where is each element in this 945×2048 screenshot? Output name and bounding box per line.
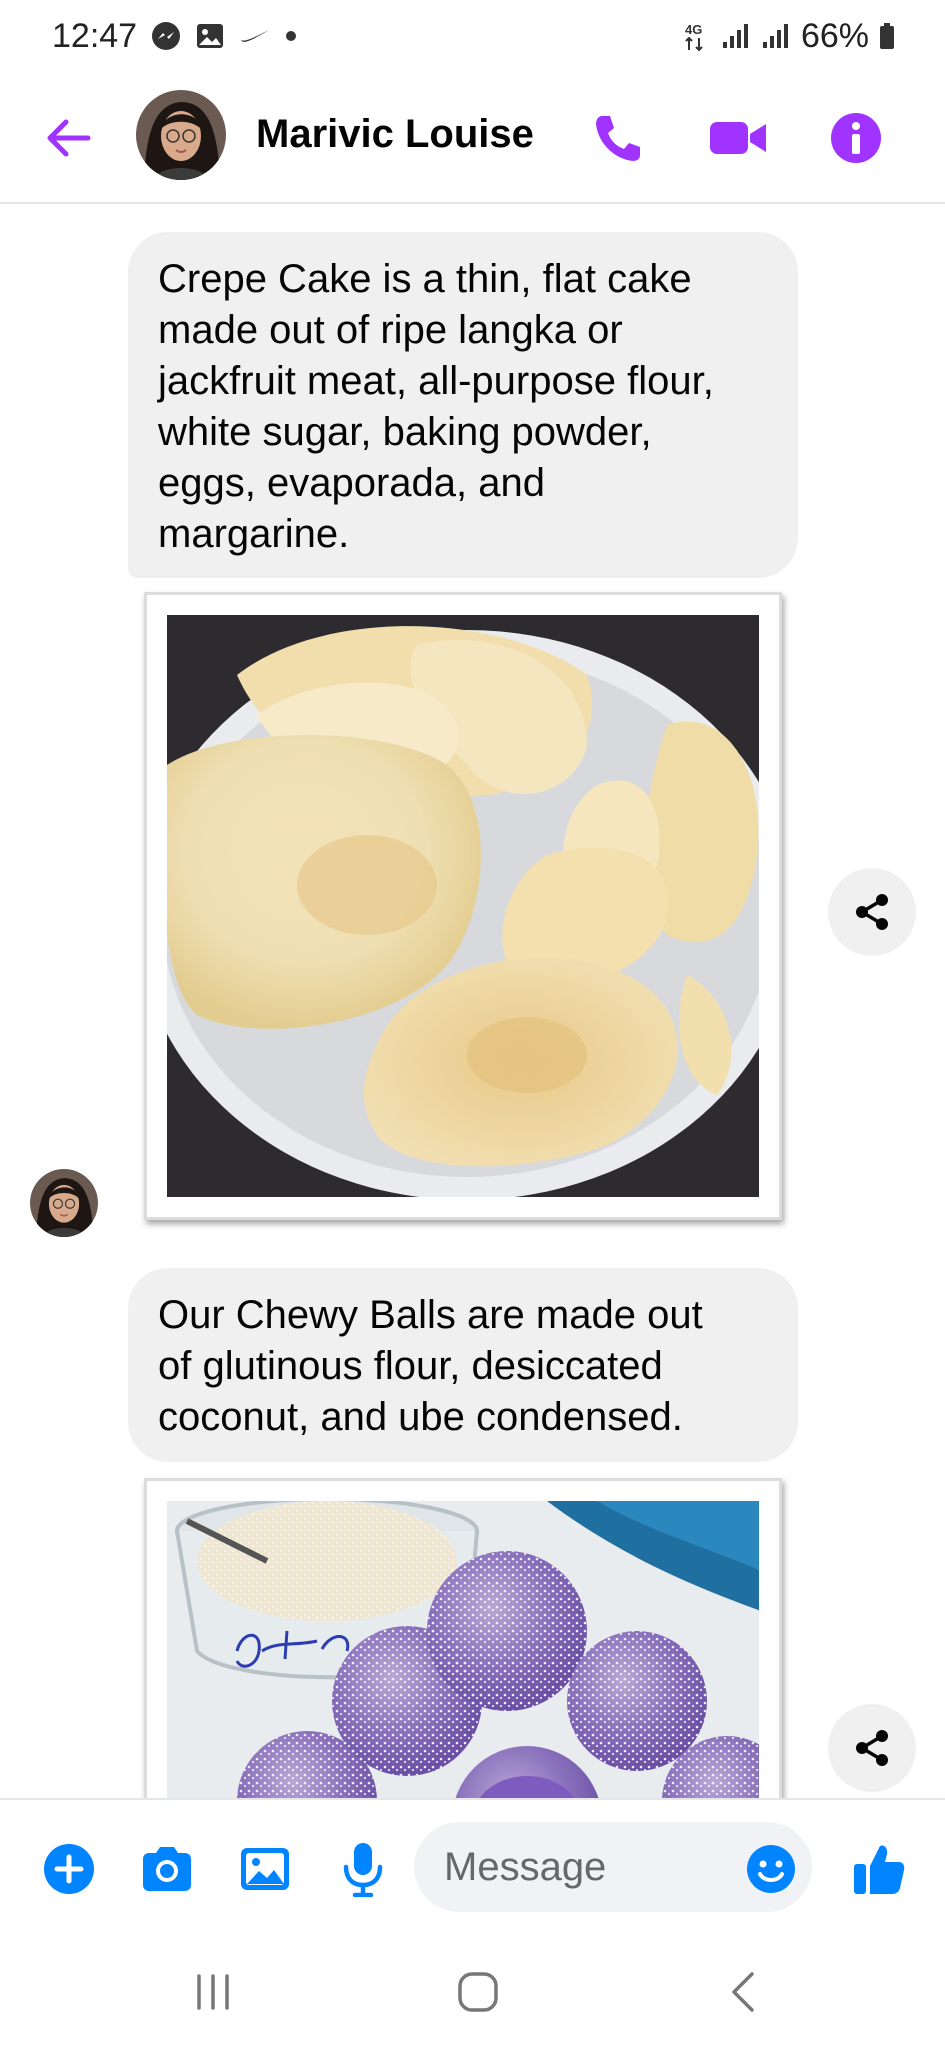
share-icon [856, 894, 888, 930]
message-line: eggs, evaporada, and [158, 461, 545, 505]
voice-message-button[interactable] [332, 1838, 394, 1900]
message-input[interactable] [444, 1844, 734, 1890]
microphone-icon [343, 1843, 383, 1897]
message-bubble[interactable]: Our Chewy Balls are made out of glutinou… [128, 1268, 798, 1462]
message-line: Crepe Cake is a thin, flat cake [158, 257, 692, 301]
message-field[interactable] [414, 1822, 812, 1912]
status-left: 12:47 [52, 17, 297, 56]
info-icon [831, 113, 881, 163]
share-icon [856, 1730, 888, 1766]
status-bar: 12:47 4G 66% [0, 0, 945, 72]
message-line: Our Chewy Balls are made out [158, 1293, 703, 1337]
message-composer [0, 1798, 945, 1936]
nike-notification-icon [239, 26, 271, 46]
camera-icon [143, 1847, 191, 1891]
message-bubble[interactable]: Crepe Cake is a thin, flat cake made out… [128, 232, 798, 578]
home-button[interactable] [443, 1964, 513, 2020]
status-right: 4G 66% [683, 17, 895, 56]
crepe-cake-image [167, 615, 759, 1197]
thumbs-up-icon [854, 1845, 905, 1894]
message-list[interactable]: Crepe Cake is a thin, flat cake made out… [0, 206, 945, 1798]
sender-avatar[interactable] [30, 1169, 98, 1237]
crepe-cake-photo[interactable] [144, 592, 782, 1220]
recent-apps-icon [197, 1974, 229, 2010]
arrow-left-icon [47, 119, 91, 157]
share-button[interactable] [828, 1704, 916, 1792]
battery-icon [879, 22, 895, 50]
gallery-button[interactable] [234, 1838, 296, 1900]
image-icon [241, 1848, 289, 1890]
network-4g-icon: 4G [683, 20, 711, 52]
video-camera-icon [710, 122, 766, 154]
signal-bars-2-icon [761, 22, 791, 50]
message-line: jackfruit meat, all-purpose flour, [158, 359, 714, 403]
more-notifications-dot-icon [285, 30, 297, 42]
signal-bars-1-icon [721, 22, 751, 50]
message-line: margarine. [158, 512, 350, 556]
message-line: of glutinous flour, desiccated [158, 1344, 663, 1388]
conversation-info-button[interactable] [824, 106, 888, 170]
more-actions-button[interactable] [38, 1838, 100, 1900]
conversation-header: Marivic Louise [0, 72, 945, 204]
chevron-left-icon [732, 1972, 754, 2012]
emoji-button[interactable] [746, 1844, 796, 1894]
camera-button[interactable] [136, 1838, 198, 1900]
status-time: 12:47 [52, 16, 138, 55]
smiley-icon [747, 1845, 795, 1893]
gallery-notification-icon [195, 21, 225, 51]
svg-text:4G: 4G [685, 22, 702, 37]
messenger-notification-icon [151, 21, 181, 51]
phone-icon [596, 116, 640, 161]
plus-icon [44, 1844, 94, 1894]
message-line: white sugar, baking powder, [158, 410, 652, 454]
home-icon [458, 1972, 498, 2012]
share-button[interactable] [828, 868, 916, 956]
recent-apps-button[interactable] [178, 1964, 248, 2020]
system-navigation-bar [0, 1936, 945, 2048]
system-back-button[interactable] [708, 1964, 778, 2020]
chewy-balls-photo[interactable] [144, 1478, 782, 1798]
chewy-balls-image [167, 1501, 759, 1798]
video-call-button[interactable] [706, 106, 770, 170]
message-line: made out of ripe langka or [158, 308, 623, 352]
contact-avatar[interactable] [136, 90, 226, 180]
contact-name[interactable]: Marivic Louise [256, 112, 534, 157]
battery-percent: 66% [800, 16, 869, 55]
message-line: coconut, and ube condensed. [158, 1395, 683, 1439]
audio-call-button[interactable] [586, 106, 650, 170]
back-button[interactable] [40, 110, 96, 166]
send-like-button[interactable] [848, 1838, 910, 1900]
